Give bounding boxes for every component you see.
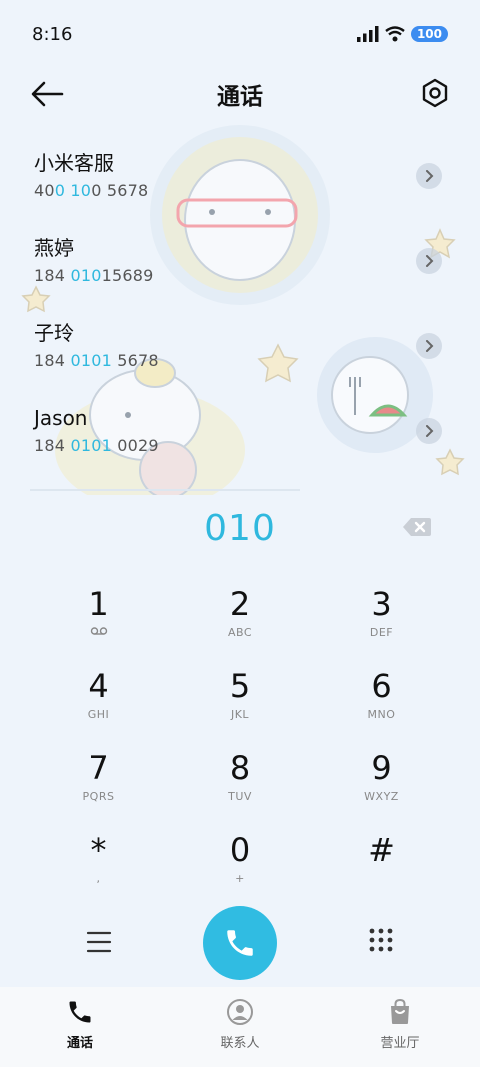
key-letters: MNO	[367, 708, 396, 721]
key-digit: 2	[229, 585, 251, 623]
dialed-number: 010	[204, 507, 276, 549]
key-digit: 8	[229, 749, 251, 787]
key-letters: PQRS	[82, 790, 115, 803]
contact-item[interactable]: 子玲 184 0101 5678	[0, 305, 480, 390]
phone-icon	[69, 1001, 91, 1022]
keypad: 1 2 ABC 3 DEF 4 GHI 5 JKL 6 MNO 7 PQRS 8…	[28, 580, 452, 908]
backspace-icon[interactable]	[402, 516, 432, 538]
shopping-bag-icon	[391, 998, 409, 1024]
key-letters: ABC	[227, 626, 253, 639]
menu-icon[interactable]	[86, 929, 112, 955]
contact-name: 燕婷	[34, 236, 74, 260]
contact-number: 400 100 5678	[34, 181, 149, 200]
contact-number: 184 0101 5678	[34, 351, 159, 370]
contact-item[interactable]: 燕婷 184 01015689	[0, 220, 480, 305]
contact-number: 184 0101 0029	[34, 436, 159, 455]
chevron-right-icon[interactable]	[416, 248, 442, 274]
chevron-right-icon[interactable]	[416, 163, 442, 189]
key-5[interactable]: 5 JKL	[170, 662, 311, 744]
contact-item[interactable]: Jason 184 0101 0029	[0, 390, 480, 475]
key-letters: WXYZ	[364, 790, 399, 803]
contact-item[interactable]: 小米客服 400 100 5678	[0, 135, 480, 220]
voicemail-icon	[90, 627, 107, 635]
call-button[interactable]	[203, 906, 277, 980]
key-letters: DEF	[369, 626, 394, 639]
keypad-row: * , 0 + #	[28, 826, 452, 908]
key-digit: 3	[371, 585, 392, 623]
key-digit: 0	[229, 831, 251, 869]
key-hash[interactable]: #	[311, 826, 452, 908]
contact-number: 184 01015689	[34, 266, 154, 285]
status-icons: 100	[356, 26, 448, 42]
nav-calls[interactable]: 通话	[20, 998, 140, 1051]
key-1[interactable]: 1	[28, 580, 169, 662]
key-7[interactable]: 7 PQRS	[28, 744, 169, 826]
back-arrow-icon[interactable]	[30, 80, 64, 108]
keypad-row: 4 GHI 5 JKL 6 MNO	[28, 662, 452, 744]
key-digit: 4	[88, 667, 109, 705]
contact-name: 小米客服	[34, 151, 114, 175]
key-3[interactable]: 3 DEF	[311, 580, 452, 662]
chevron-right-icon[interactable]	[416, 418, 442, 444]
key-digit: *	[90, 831, 107, 869]
key-6[interactable]: 6 MNO	[311, 662, 452, 744]
bottom-nav: 通话 联系人 营业厅	[0, 987, 480, 1067]
key-star[interactable]: * ,	[28, 826, 169, 908]
key-4[interactable]: 4 GHI	[28, 662, 169, 744]
key-letters: +	[235, 872, 245, 885]
header: 通话	[0, 68, 480, 120]
wifi-icon	[385, 26, 405, 42]
keypad-row: 7 PQRS 8 TUV 9 WXYZ	[28, 744, 452, 826]
key-digit: 6	[371, 667, 392, 705]
key-digit: #	[368, 831, 395, 869]
key-digit: 5	[229, 667, 251, 705]
key-8[interactable]: 8 TUV	[170, 744, 311, 826]
status-bar: 8:16 100	[0, 0, 480, 68]
key-letters: ,	[96, 872, 101, 885]
key-digit: 1	[88, 585, 109, 623]
nav-store[interactable]: 营业厅	[340, 998, 460, 1051]
dial-display: 010	[0, 500, 480, 556]
contact-name: 子玲	[34, 321, 74, 345]
nav-label: 联系人	[220, 1035, 260, 1051]
nav-label: 通话	[66, 1035, 93, 1051]
key-letters: TUV	[228, 790, 252, 803]
key-letters: GHI	[87, 708, 110, 721]
key-digit: 7	[88, 749, 109, 787]
key-0[interactable]: 0 +	[170, 826, 311, 908]
chevron-right-icon[interactable]	[416, 333, 442, 359]
battery-indicator: 100	[410, 26, 448, 42]
nav-contacts[interactable]: 联系人	[180, 998, 300, 1051]
nav-label: 营业厅	[380, 1035, 420, 1051]
key-digit: 9	[371, 749, 392, 787]
contact-name: Jason	[34, 406, 88, 430]
key-9[interactable]: 9 WXYZ	[311, 744, 452, 826]
key-2[interactable]: 2 ABC	[170, 580, 311, 662]
dial-action-row	[0, 905, 480, 981]
keypad-row: 1 2 ABC 3 DEF	[28, 580, 452, 662]
settings-hexagon-icon[interactable]	[420, 78, 450, 108]
key-letters: JKL	[230, 708, 250, 721]
dialpad-icon[interactable]	[368, 927, 394, 953]
signal-icon	[356, 26, 379, 42]
person-icon	[227, 998, 253, 1025]
status-time: 8:16	[32, 23, 73, 45]
contact-suggestions-list: 小米客服 400 100 5678 燕婷 184 01015689 子玲 184…	[0, 135, 480, 475]
phone-icon	[227, 930, 253, 956]
page-title: 通话	[217, 84, 263, 110]
